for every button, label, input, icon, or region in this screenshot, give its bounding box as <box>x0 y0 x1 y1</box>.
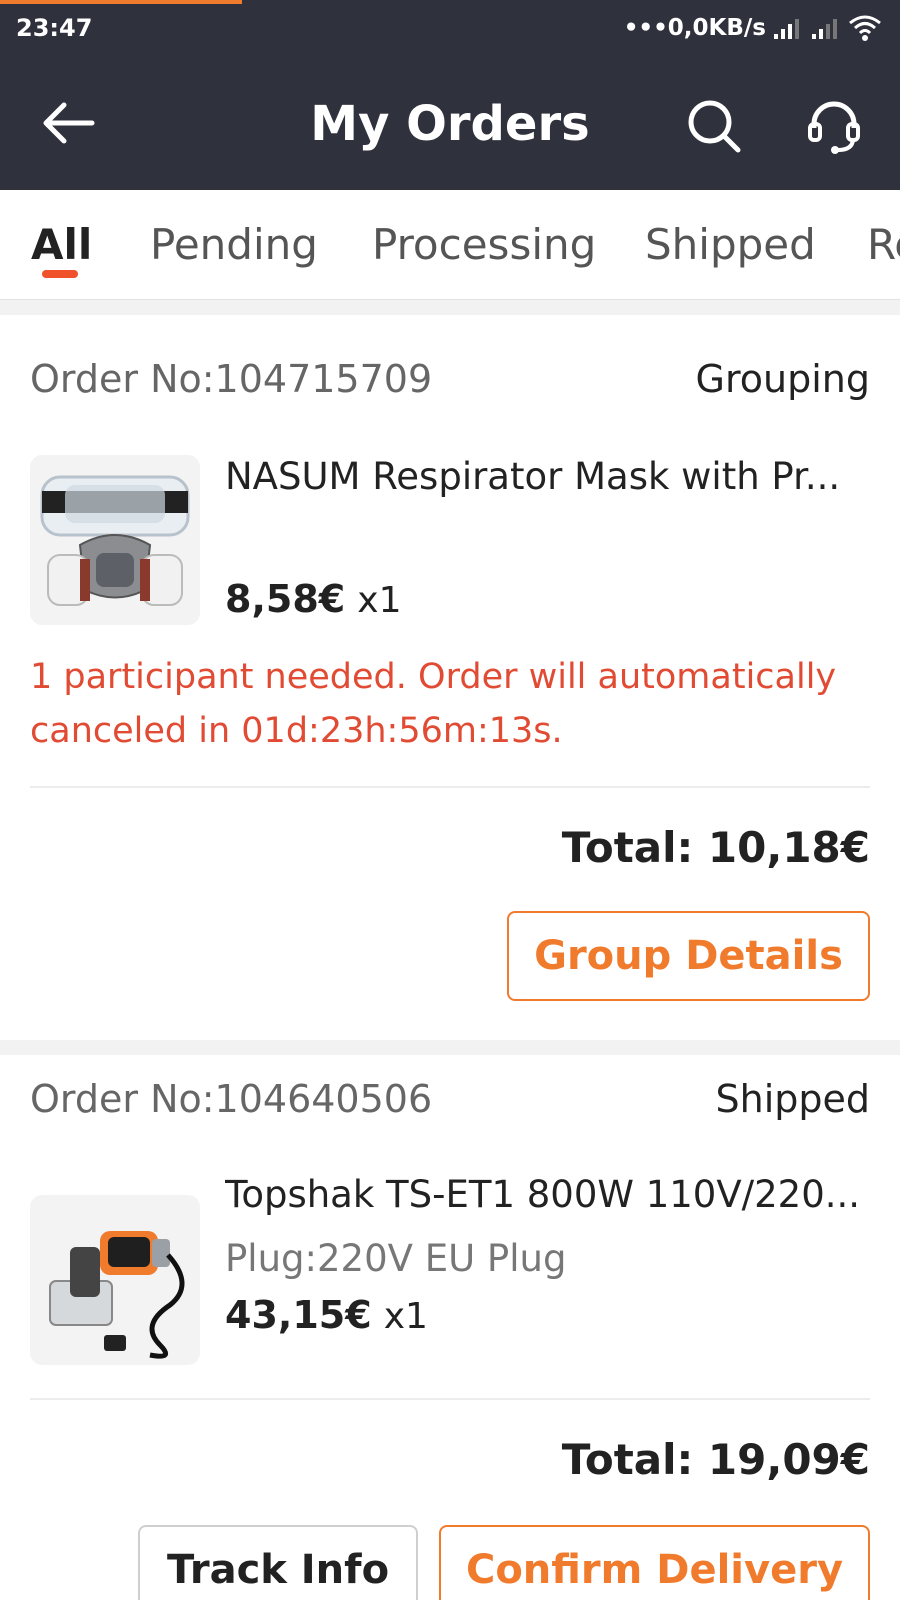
product-price: 43,15€ <box>225 1293 372 1337</box>
track-info-button[interactable]: Track Info <box>138 1525 418 1600</box>
network-speed: •••0,0KB/s <box>623 15 766 41</box>
product-image[interactable] <box>30 1195 200 1365</box>
search-button[interactable] <box>684 96 744 156</box>
product-variant: Plug:220V EU Plug <box>225 1237 567 1280</box>
signal-icon <box>812 19 837 39</box>
product-name[interactable]: Topshak TS-ET1 800W 110V/220... <box>225 1173 875 1216</box>
search-icon <box>688 100 741 153</box>
tab-partial[interactable]: Re <box>867 220 900 269</box>
tab-processing[interactable]: Processing <box>372 220 596 269</box>
order-status: Grouping <box>695 357 870 401</box>
divider <box>30 1398 870 1400</box>
order-number: Order No:104715709 <box>30 357 433 401</box>
wifi-icon <box>849 15 881 41</box>
loading-progress-bar <box>0 0 242 4</box>
order-card[interactable]: Order No:104640506 Shipped Topshak TS-ET… <box>0 1055 900 1600</box>
product-quantity: x1 <box>383 1296 428 1337</box>
status-bar: 23:47 •••0,0KB/s <box>0 0 900 60</box>
price-line: 43,15€ x1 <box>225 1293 428 1337</box>
order-total: Total: 19,09€ <box>561 1435 870 1484</box>
price-line: 8,58€ x1 <box>225 577 402 621</box>
status-icons: •••0,0KB/s <box>624 14 882 42</box>
page-title: My Orders <box>310 96 590 152</box>
divider <box>30 786 870 788</box>
order-total: Total: 10,18€ <box>561 823 870 872</box>
order-card[interactable]: Order No:104715709 Grouping NASUM Respir… <box>0 315 900 1040</box>
product-price: 8,58€ <box>225 577 346 621</box>
tab-all[interactable]: All <box>31 220 92 269</box>
product-name[interactable]: NASUM Respirator Mask with Pr... <box>225 455 875 498</box>
app-header: My Orders <box>0 60 900 190</box>
customer-support-button[interactable] <box>804 96 864 156</box>
headset-icon <box>808 101 860 154</box>
order-tabs: All Pending Processing Shipped Re <box>0 190 900 300</box>
order-status: Shipped <box>715 1077 870 1121</box>
tab-pending[interactable]: Pending <box>150 220 318 269</box>
product-image[interactable] <box>30 455 200 625</box>
respirator-mask-image <box>40 475 190 606</box>
trimmer-tool-image <box>49 1231 185 1359</box>
signal-icon <box>774 19 799 39</box>
tab-active-indicator <box>42 270 78 278</box>
product-quantity: x1 <box>357 580 402 621</box>
confirm-delivery-button[interactable]: Confirm Delivery <box>439 1525 870 1600</box>
group-notice: 1 participant needed. Order will automat… <box>30 657 837 751</box>
order-number: Order No:104640506 <box>30 1077 433 1121</box>
tab-shipped[interactable]: Shipped <box>645 220 816 269</box>
status-time: 23:47 <box>16 14 93 42</box>
group-details-button[interactable]: Group Details <box>507 911 870 1001</box>
